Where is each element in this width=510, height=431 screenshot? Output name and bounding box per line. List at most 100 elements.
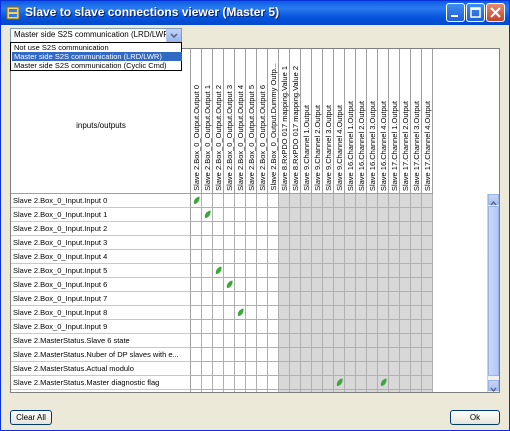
connection-cell[interactable]: [312, 222, 323, 236]
clear-all-button[interactable]: Clear All: [10, 410, 52, 425]
connection-cell[interactable]: [257, 320, 268, 334]
connection-cell[interactable]: [422, 264, 433, 278]
connection-cell[interactable]: [345, 362, 356, 376]
connection-cell[interactable]: [345, 320, 356, 334]
connection-cell[interactable]: [191, 320, 202, 334]
connection-cell[interactable]: [213, 306, 224, 320]
connection-cell[interactable]: [356, 292, 367, 306]
connection-cell[interactable]: [323, 250, 334, 264]
connection-cell[interactable]: [246, 376, 257, 390]
connection-cell[interactable]: [411, 264, 422, 278]
connection-cell[interactable]: [202, 320, 213, 334]
connection-cell[interactable]: [389, 208, 400, 222]
connection-cell[interactable]: [367, 348, 378, 362]
connection-cell[interactable]: [191, 292, 202, 306]
connection-cell[interactable]: [334, 320, 345, 334]
connection-cell[interactable]: [268, 306, 279, 320]
connection-cell[interactable]: [268, 264, 279, 278]
connection-cell[interactable]: [312, 194, 323, 208]
connection-cell[interactable]: [202, 194, 213, 208]
connection-cell[interactable]: [356, 376, 367, 390]
connection-cell[interactable]: [411, 334, 422, 348]
connection-cell[interactable]: [378, 376, 389, 390]
connection-cell[interactable]: [213, 334, 224, 348]
connection-cell[interactable]: [224, 334, 235, 348]
connection-cell[interactable]: [367, 278, 378, 292]
connection-cell[interactable]: [191, 306, 202, 320]
connection-cell[interactable]: [279, 236, 290, 250]
connection-cell[interactable]: [356, 348, 367, 362]
vertical-scrollbar[interactable]: [487, 194, 499, 392]
connection-cell[interactable]: [257, 292, 268, 306]
connection-cell[interactable]: [279, 348, 290, 362]
connection-cell[interactable]: [268, 376, 279, 390]
connection-cell[interactable]: [312, 348, 323, 362]
connection-cell[interactable]: [411, 208, 422, 222]
connection-cell[interactable]: [268, 250, 279, 264]
connection-cell[interactable]: [334, 334, 345, 348]
connection-cell[interactable]: [389, 362, 400, 376]
connection-cell[interactable]: [323, 194, 334, 208]
connection-cell[interactable]: [290, 208, 301, 222]
connection-cell[interactable]: [389, 320, 400, 334]
connection-cell[interactable]: [279, 208, 290, 222]
connection-cell[interactable]: [290, 222, 301, 236]
connection-cell[interactable]: [301, 208, 312, 222]
connection-cell[interactable]: [301, 362, 312, 376]
connection-cell[interactable]: [235, 292, 246, 306]
connection-cell[interactable]: [213, 376, 224, 390]
connection-cell[interactable]: [334, 222, 345, 236]
connection-cell[interactable]: [367, 250, 378, 264]
connection-cell[interactable]: [268, 278, 279, 292]
connection-cell[interactable]: [257, 264, 268, 278]
connection-cell[interactable]: [279, 320, 290, 334]
connection-cell[interactable]: [279, 292, 290, 306]
connection-cell[interactable]: [290, 334, 301, 348]
connection-cell[interactable]: [290, 390, 301, 392]
connection-cell[interactable]: [246, 208, 257, 222]
connection-cell[interactable]: [356, 194, 367, 208]
connection-cell[interactable]: [378, 194, 389, 208]
connection-cell[interactable]: [279, 222, 290, 236]
connection-cell[interactable]: [400, 250, 411, 264]
connection-cell[interactable]: [356, 250, 367, 264]
connection-cell[interactable]: [400, 236, 411, 250]
connection-cell[interactable]: [235, 320, 246, 334]
connection-cell[interactable]: [246, 348, 257, 362]
connection-cell[interactable]: [279, 306, 290, 320]
connection-cell[interactable]: [257, 208, 268, 222]
connection-cell[interactable]: [301, 334, 312, 348]
connection-cell[interactable]: [411, 292, 422, 306]
connection-cell[interactable]: [422, 292, 433, 306]
connection-cell[interactable]: [202, 334, 213, 348]
connection-cell[interactable]: [246, 236, 257, 250]
connection-cell[interactable]: [334, 362, 345, 376]
connection-cell[interactable]: [224, 208, 235, 222]
connection-cell[interactable]: [224, 376, 235, 390]
connection-cell[interactable]: [312, 376, 323, 390]
connection-cell[interactable]: [268, 292, 279, 306]
connection-cell[interactable]: [235, 208, 246, 222]
connection-cell[interactable]: [268, 194, 279, 208]
connection-cell[interactable]: [323, 208, 334, 222]
connection-cell[interactable]: [202, 250, 213, 264]
connection-cell[interactable]: [246, 194, 257, 208]
connection-cell[interactable]: [378, 320, 389, 334]
connection-cell[interactable]: [224, 264, 235, 278]
connection-cell[interactable]: [367, 236, 378, 250]
connection-cell[interactable]: [378, 348, 389, 362]
connection-cell[interactable]: [367, 292, 378, 306]
connection-cell[interactable]: [268, 334, 279, 348]
connection-cell[interactable]: [202, 236, 213, 250]
connection-cell[interactable]: [235, 222, 246, 236]
connection-cell[interactable]: [279, 334, 290, 348]
connection-cell[interactable]: [400, 208, 411, 222]
connection-cell[interactable]: [257, 390, 268, 392]
connection-cell[interactable]: [400, 320, 411, 334]
connection-cell[interactable]: [301, 236, 312, 250]
connection-cell[interactable]: [235, 306, 246, 320]
connection-cell[interactable]: [312, 292, 323, 306]
connection-cell[interactable]: [345, 250, 356, 264]
connection-cell[interactable]: [422, 194, 433, 208]
connection-cell[interactable]: [378, 250, 389, 264]
